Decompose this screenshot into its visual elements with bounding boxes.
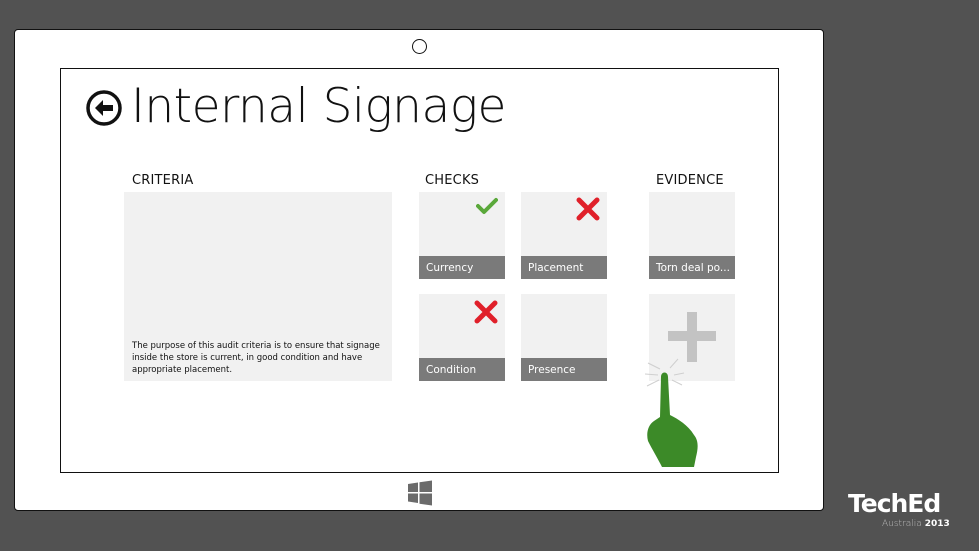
tablet-bezel: Internal Signage CRITERIA CHECKS EVIDENC… <box>14 29 824 511</box>
check-tile-condition[interactable]: Condition <box>419 294 505 381</box>
check-label: Placement <box>521 256 607 279</box>
check-label: Presence <box>521 358 607 381</box>
tap-hand-icon <box>644 358 698 467</box>
check-label: Condition <box>419 358 505 381</box>
cross-icon <box>474 300 498 324</box>
teched-year: 2013 <box>924 519 950 529</box>
teched-logo: TechEd Australia 2013 <box>848 489 950 530</box>
app-screen: Internal Signage CRITERIA CHECKS EVIDENC… <box>60 68 779 473</box>
checkmark-icon <box>476 198 498 214</box>
criteria-description: The purpose of this audit criteria is to… <box>132 341 380 375</box>
windows-logo-icon[interactable] <box>407 480 433 506</box>
check-tile-presence[interactable]: Presence <box>521 294 607 381</box>
back-arrow-circle-icon <box>86 90 122 126</box>
page-title: Internal Signage <box>131 79 506 134</box>
teched-subtitle: Australia 2013 <box>882 519 950 529</box>
evidence-tile[interactable]: Torn deal po... <box>649 192 735 279</box>
check-label: Currency <box>419 256 505 279</box>
teched-brand: TechEd <box>848 489 941 518</box>
evidence-label: Torn deal po... <box>649 256 735 279</box>
teched-location: Australia <box>882 519 922 529</box>
cross-icon <box>576 197 600 221</box>
back-button[interactable] <box>85 89 123 127</box>
camera-icon <box>412 39 427 54</box>
criteria-panel: The purpose of this audit criteria is to… <box>124 192 392 381</box>
check-tile-currency[interactable]: Currency <box>419 192 505 279</box>
evidence-heading: EVIDENCE <box>656 173 724 188</box>
checks-heading: CHECKS <box>425 173 480 188</box>
criteria-heading: CRITERIA <box>132 173 194 188</box>
check-tile-placement[interactable]: Placement <box>521 192 607 279</box>
